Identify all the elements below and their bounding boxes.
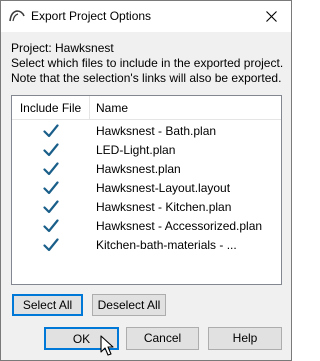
file-name: Kitchen-bath-materials - ... [96,238,237,252]
list-item[interactable]: Hawksnest - Bath.plan [12,122,281,141]
list-item[interactable]: Kitchen-bath-materials - ... [12,236,281,255]
checkmark-icon[interactable] [43,219,59,233]
file-name: Hawksnest - Accessorized.plan [96,219,263,233]
deselect-all-button[interactable]: Deselect All [92,294,166,316]
dialog-title: Export Project Options [31,9,152,23]
list-item[interactable]: Hawksnest-Layout.layout [12,179,281,198]
file-name: LED-Light.plan [96,143,176,157]
checkmark-icon[interactable] [43,181,59,195]
checkmark-icon[interactable] [43,200,59,214]
help-button[interactable]: Help [208,327,282,350]
list-item[interactable]: Hawksnest - Accessorized.plan [12,217,281,236]
list-item[interactable]: LED-Light.plan [12,141,281,160]
list-item[interactable]: Hawksnest.plan [12,160,281,179]
file-name: Hawksnest.plan [96,162,181,176]
column-header-include-file[interactable]: Include File [12,96,90,120]
description: Project: Hawksnest Select which files to… [11,41,287,86]
file-name: Hawksnest - Bath.plan [96,124,217,138]
checkmark-icon[interactable] [43,124,59,138]
title-bar: Export Project Options [1,1,291,32]
file-list[interactable]: Include File Name Hawksnest - Bath.plan … [11,95,282,285]
file-rows: Hawksnest - Bath.plan LED-Light.plan Haw… [12,122,281,255]
select-all-button[interactable]: Select All [12,294,83,316]
close-icon [265,11,277,22]
house-roof-icon [9,10,25,22]
column-header-name[interactable]: Name [96,96,128,120]
checkmark-icon[interactable] [43,238,59,252]
checkmark-icon[interactable] [43,143,59,157]
file-name: Hawksnest - Kitchen.plan [96,200,232,214]
instruction-line-1: Select which files to include in the exp… [11,56,284,70]
instruction-line-2: Note that the selection's links will als… [11,71,282,85]
list-header: Include File Name [12,96,281,120]
close-button[interactable] [251,1,291,32]
export-project-options-dialog: Export Project Options Project: Hawksnes… [0,0,292,361]
file-name: Hawksnest-Layout.layout [96,181,231,195]
project-name-label: Project: Hawksnest [11,41,114,55]
checkmark-icon[interactable] [43,162,59,176]
list-item[interactable]: Hawksnest - Kitchen.plan [12,198,281,217]
mouse-pointer-icon [100,335,114,356]
cancel-button[interactable]: Cancel [126,327,199,350]
